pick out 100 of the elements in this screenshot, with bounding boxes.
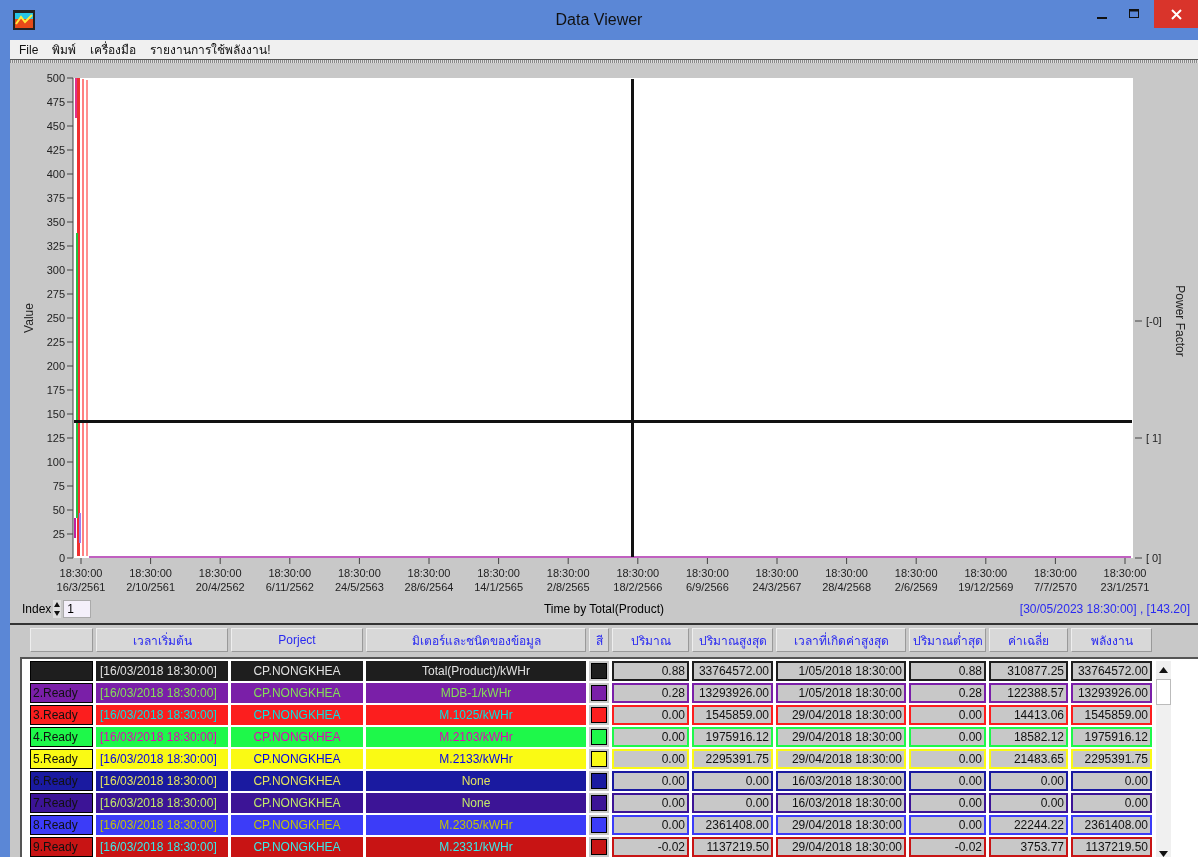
table-cell: 29/04/2018 18:30:00 [776, 705, 906, 725]
table-cell: 0.28 [612, 683, 689, 703]
table-cell: CP.NONGKHEA [231, 683, 363, 703]
x-tick-time: 18:30:00 [338, 566, 381, 579]
table-cell: 13293926.00 [692, 683, 773, 703]
table-cell: Total(Product)/kWHr [366, 661, 586, 681]
y-tick-label: 50 [52, 503, 65, 516]
table-cell: 0.88 [909, 661, 986, 681]
x-tick-date: 6/11/2562 [265, 580, 314, 593]
column-header[interactable]: Porject [231, 628, 363, 652]
x-tick-date: 28/4/2568 [822, 580, 872, 593]
index-field[interactable]: 1 [63, 599, 92, 618]
y-tick-label: 450 [46, 119, 65, 132]
x-tick-date: 23/1/2571 [1100, 580, 1150, 593]
right-tick-label: [-0] [1146, 314, 1162, 327]
table-cell: [16/03/2018 18:30:00] [96, 771, 228, 791]
table-cell: 1137219.50 [692, 837, 773, 857]
table-cell: 0.00 [909, 771, 986, 791]
y-tick-label: 500 [46, 71, 65, 84]
table-cell: CP.NONGKHEA [231, 815, 363, 835]
y-tick-label: 125 [46, 431, 65, 444]
menu-item[interactable]: รายงานการใช้พลังงาน! [150, 40, 271, 59]
table-cell: 29/04/2018 18:30:00 [776, 837, 906, 857]
x-tick-date: 24/3/2567 [752, 580, 802, 593]
column-header[interactable]: เวลาเริ่มต้น [96, 628, 228, 652]
menu-item[interactable]: เครื่องมือ [90, 40, 137, 59]
table-cell: CP.NONGKHEA [231, 837, 363, 857]
table-cell: [16/03/2018 18:30:00] [96, 727, 228, 747]
table-cell: 1975916.12 [1071, 727, 1152, 747]
x-tick-date: 16/3/2561 [56, 580, 106, 593]
table-cell: 2295391.75 [1071, 749, 1152, 769]
table-cell: 1545859.00 [1071, 705, 1152, 725]
table-cell: 13293926.00 [1071, 683, 1152, 703]
table-cell: 16/03/2018 18:30:00 [776, 793, 906, 813]
y-tick-label: 425 [46, 143, 65, 156]
table-cell: M.2133/kWHr [366, 749, 586, 769]
y-tick-label: 100 [46, 455, 65, 468]
right-tick-label: [ 0] [1146, 551, 1162, 564]
x-tick-time: 18:30:00 [129, 566, 172, 579]
x-tick-date: 24/5/2563 [334, 580, 384, 593]
window-title: Data Viewer [554, 11, 644, 29]
table-cell: 0.00 [692, 771, 773, 791]
table-cell: 22244.22 [989, 815, 1068, 835]
x-tick-time: 18:30:00 [755, 566, 799, 579]
table-cell: 33764572.00 [1071, 661, 1152, 681]
x-tick-time: 18:30:00 [198, 566, 242, 579]
x-tick-time: 18:30:00 [616, 566, 660, 579]
table-cell: 0.00 [989, 793, 1068, 813]
table-cell: -0.02 [909, 837, 986, 857]
y-tick-label: 275 [46, 287, 65, 300]
column-header[interactable]: เวลาที่เกิดค่าสูงสุด [776, 628, 906, 652]
x-tick-date: 2/10/2561 [126, 580, 176, 593]
column-header[interactable]: ค่าเฉลี่ย [989, 628, 1068, 652]
crosshair-readout: [30/05/2023 18:30:00] , [143.20] [1019, 601, 1190, 616]
table-cell: 0.00 [612, 793, 689, 813]
table-cell: 310877.25 [989, 661, 1068, 681]
table-cell: 0.00 [909, 705, 986, 725]
column-header[interactable]: สี [589, 628, 609, 652]
x-tick-time: 18:30:00 [1034, 566, 1077, 579]
x-tick-time: 18:30:00 [964, 566, 1008, 579]
table-cell: -0.02 [612, 837, 689, 857]
table-cell: 0.00 [909, 749, 986, 769]
status-cell: 6.Ready [30, 771, 93, 791]
status-cell: 4.Ready [30, 727, 93, 747]
status-cell: 9.Ready [30, 837, 93, 857]
x-tick-time: 18:30:00 [825, 566, 868, 579]
column-header[interactable]: พลังงาน [1071, 628, 1152, 652]
table-cell: [16/03/2018 18:30:00] [96, 705, 228, 725]
y-tick-label: 300 [46, 263, 65, 276]
table-cell: 122388.57 [989, 683, 1068, 703]
table-cell: 29/04/2018 18:30:00 [776, 815, 906, 835]
column-header[interactable]: มิเตอร์และชนิดของข้อมูล [366, 628, 586, 652]
y-tick-label: 75 [52, 479, 65, 492]
x-tick-date: 14/1/2565 [474, 580, 524, 593]
y-tick-label: 400 [46, 167, 65, 180]
column-header[interactable]: ปริมาณต่ำสุด [909, 628, 986, 652]
menu-item[interactable]: พิมพ์ [52, 40, 77, 59]
y-tick-label: 375 [46, 191, 65, 204]
table-cell: [16/03/2018 18:30:00] [96, 815, 228, 835]
y-tick-label: 200 [46, 359, 65, 372]
table-cell: 0.28 [909, 683, 986, 703]
table-cell: [16/03/2018 18:30:00] [96, 683, 228, 703]
table-cell: 0.00 [909, 727, 986, 747]
x-tick-time: 18:30:00 [407, 566, 451, 579]
menu-item[interactable]: File [19, 42, 39, 57]
index-label: Index [22, 601, 52, 616]
x-tick-date: 2/8/2565 [546, 580, 590, 593]
table-cell: CP.NONGKHEA [231, 771, 363, 791]
table-cell: [16/03/2018 18:30:00] [96, 793, 228, 813]
table-cell: 18582.12 [989, 727, 1068, 747]
table-cell: 2361408.00 [692, 815, 773, 835]
table-cell: MDB-1/kWHr [366, 683, 586, 703]
table-cell: CP.NONGKHEA [231, 793, 363, 813]
column-header[interactable]: ปริมาณสูงสุด [692, 628, 773, 652]
x-tick-time: 18:30:00 [477, 566, 520, 579]
table-cell: CP.NONGKHEA [231, 661, 363, 681]
table-cell: [16/03/2018 18:30:00] [96, 837, 228, 857]
table-cell: 2295391.75 [692, 749, 773, 769]
table-cell: 0.00 [909, 815, 986, 835]
column-header[interactable]: ปริมาณ [612, 628, 689, 652]
